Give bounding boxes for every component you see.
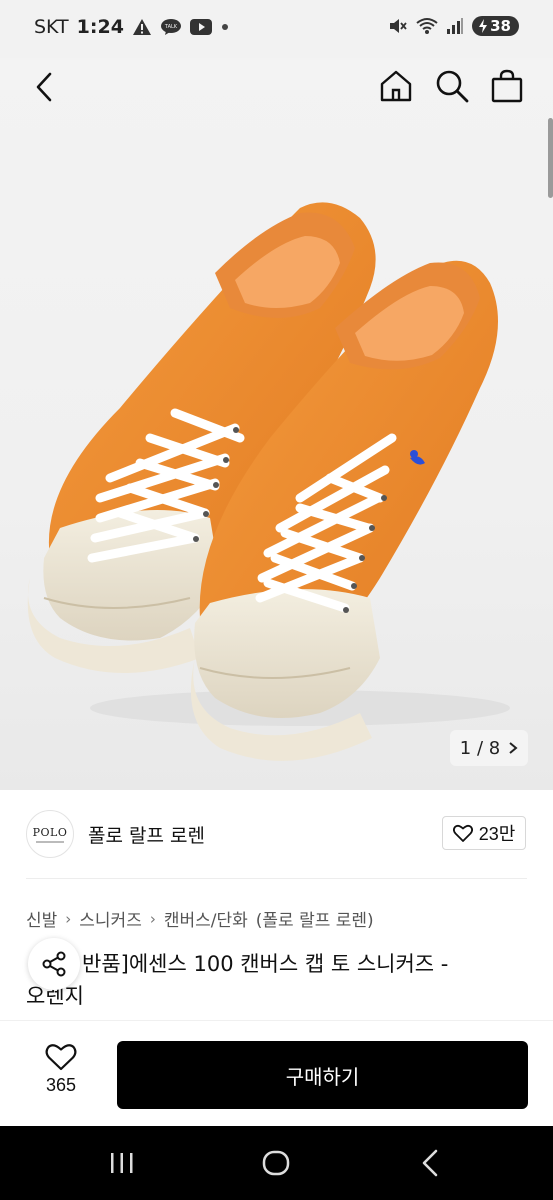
- breadcrumb: 신발 › 스니커즈 › 캔버스/단화 (폴로 랄프 로렌): [26, 906, 374, 932]
- warning-icon: [132, 18, 152, 36]
- recent-apps-button[interactable]: [108, 1148, 136, 1182]
- brand-like-count: 23만: [478, 824, 516, 844]
- home-icon: [380, 70, 412, 102]
- youtube-icon: [189, 19, 212, 35]
- wifi-icon: [416, 17, 438, 35]
- breadcrumb-item[interactable]: 캔버스/단화: [164, 906, 248, 931]
- home-nav-button[interactable]: [261, 1148, 291, 1182]
- recent-apps-icon: [111, 1153, 133, 1173]
- search-icon: [436, 70, 469, 103]
- signal-icon: [446, 17, 464, 35]
- brand-logo[interactable]: POLO: [26, 810, 74, 858]
- buy-button[interactable]: 구매하기: [117, 1041, 528, 1109]
- system-navigation-bar: [0, 1126, 553, 1200]
- bottom-action-bar: 365 구매하기: [0, 1020, 553, 1127]
- breadcrumb-brand[interactable]: (폴로 랄프 로렌): [256, 906, 374, 931]
- bag-icon: [491, 69, 523, 103]
- breadcrumb-item[interactable]: 신발: [26, 906, 57, 931]
- battery-level: 38: [490, 17, 511, 35]
- chevron-right-icon: [509, 742, 518, 754]
- mute-icon: [388, 17, 408, 35]
- back-nav-button[interactable]: [418, 1148, 444, 1182]
- product-image-gallery[interactable]: [0, 58, 553, 790]
- share-button[interactable]: [28, 938, 80, 990]
- scroll-thumb[interactable]: [548, 118, 553, 198]
- chevron-right-icon: ›: [65, 909, 72, 928]
- wishlist-button[interactable]: 365: [30, 1043, 92, 1096]
- carrier-label: SKT: [34, 16, 69, 38]
- back-button[interactable]: [30, 70, 58, 107]
- home-button[interactable]: [378, 68, 414, 107]
- brand-logo-underline: [36, 840, 64, 843]
- svg-text:TALK: TALK: [164, 24, 178, 30]
- image-counter[interactable]: 1 / 8: [450, 730, 528, 766]
- bag-button[interactable]: [490, 68, 524, 107]
- brand-name[interactable]: 폴로 랄프 로렌: [88, 821, 205, 848]
- brand-row[interactable]: POLO 폴로 랄프 로렌 23만: [0, 790, 553, 878]
- battery-icon: 38: [472, 16, 519, 36]
- divider: [26, 878, 527, 879]
- brand-logo-text: POLO: [32, 825, 68, 839]
- heart-icon: [452, 824, 473, 842]
- status-bar: SKT 1:24 TALK 38: [0, 0, 553, 58]
- status-left: SKT 1:24 TALK: [34, 16, 230, 38]
- back-nav-icon: [422, 1149, 438, 1177]
- brand-like-button[interactable]: 23만: [442, 816, 526, 850]
- search-button[interactable]: [434, 68, 470, 107]
- talk-icon: TALK: [160, 18, 182, 36]
- product-title-line1: 반품]에센스 100 캔버스 캡 토 스니커즈 -: [82, 952, 449, 976]
- share-icon: [42, 951, 66, 977]
- time-label: 1:24: [76, 16, 124, 38]
- breadcrumb-item[interactable]: 스니커즈: [79, 906, 142, 931]
- back-icon: [36, 72, 52, 102]
- product-image: [27, 202, 510, 761]
- chevron-right-icon: ›: [149, 909, 156, 928]
- image-counter-label: 1 / 8: [459, 737, 501, 759]
- wishlist-count: 365: [45, 1075, 77, 1095]
- product-title-line2: 오렌지: [26, 984, 84, 1008]
- product-title: 반품]에센스 100 캔버스 캡 토 스니커즈 - 오렌지: [26, 948, 531, 1012]
- status-right: 38: [388, 16, 519, 36]
- dot-icon: [220, 22, 230, 32]
- home-circle-icon: [262, 1150, 290, 1176]
- heart-icon: [45, 1044, 77, 1071]
